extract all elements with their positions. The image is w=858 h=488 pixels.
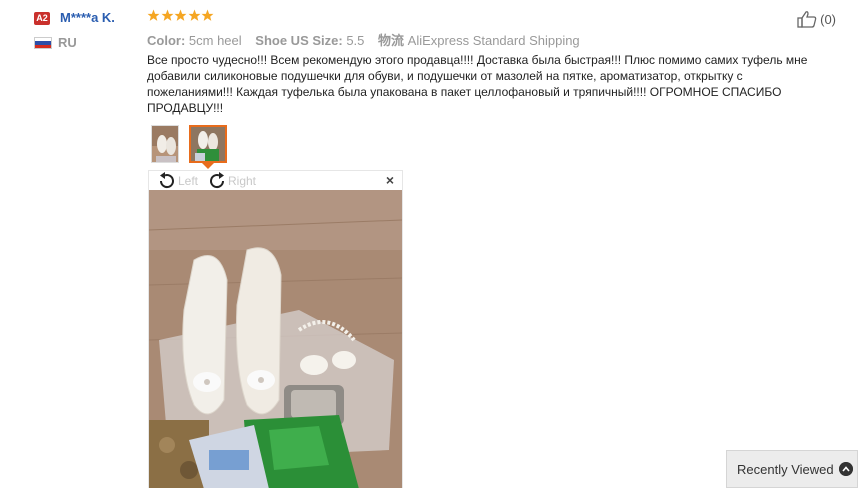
russia-flag-icon — [34, 37, 52, 49]
photo-thumbnail-image — [152, 126, 178, 162]
photo-viewer: Left Right × — [148, 170, 403, 488]
chevron-up-icon — [839, 462, 853, 476]
star-icon — [161, 9, 173, 21]
star-icon — [147, 9, 160, 21]
close-icon[interactable]: × — [386, 172, 394, 188]
recently-viewed-tab[interactable]: Recently Viewed — [726, 450, 858, 488]
rotate-left-icon — [159, 172, 174, 189]
review-photo-image — [149, 190, 402, 488]
level-badge: A2 — [34, 12, 50, 25]
attr-value: 5cm heel — [188, 33, 242, 48]
photo-thumbnail-image — [191, 127, 225, 161]
order-attributes: Color: 5cm heel Shoe US Size: 5.5 物流 Ali… — [147, 30, 590, 49]
review-text: Все просто чудесно!!! Всем рекомендую эт… — [147, 53, 808, 115]
thumbs-up-icon — [797, 11, 817, 28]
star-icon — [188, 9, 200, 21]
photo-viewer-toolbar: Left Right × — [149, 171, 402, 190]
recently-viewed-label: Recently Viewed — [737, 461, 834, 477]
helpful-button[interactable]: (0) — [797, 10, 836, 28]
attr-value: AliExpress Standard Shipping — [407, 33, 580, 48]
attr-key: 物流 — [378, 33, 405, 48]
rotate-left-button[interactable]: Left — [157, 172, 198, 190]
rotate-right-button[interactable]: Right — [207, 172, 256, 190]
review-photo-large — [149, 190, 402, 488]
star-icon — [174, 9, 187, 21]
attr-value: 5.5 — [346, 33, 365, 48]
rotate-right-icon — [210, 172, 225, 189]
reviewer-name[interactable]: M****a K. — [60, 10, 115, 25]
review-photo-thumbnail-active[interactable] — [189, 125, 227, 163]
rotate-left-label: Left — [178, 174, 199, 188]
rotate-right-label: Right — [228, 174, 257, 188]
review-photo-thumbnail[interactable] — [151, 125, 179, 163]
star-icon — [201, 9, 214, 21]
active-thumbnail-pointer — [202, 163, 214, 169]
star-rating — [147, 9, 215, 22]
attr-key: Color: — [147, 33, 186, 48]
attr-key: Shoe US Size: — [255, 33, 343, 48]
helpful-count: (0) — [820, 11, 836, 27]
reviewer-country: RU — [58, 35, 77, 50]
